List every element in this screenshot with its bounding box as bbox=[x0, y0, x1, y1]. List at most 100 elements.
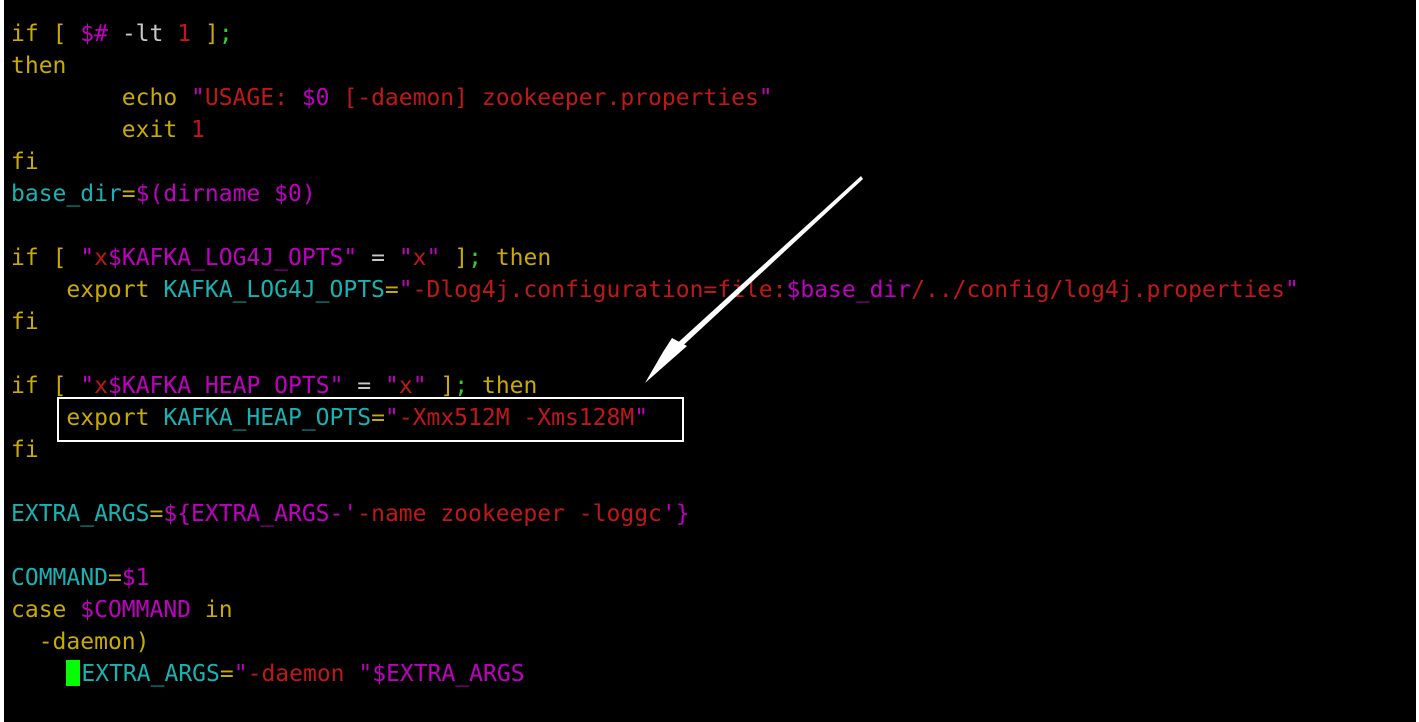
code-line[interactable] bbox=[11, 466, 1299, 498]
code-token: -Dlog4j.configuration=file: bbox=[412, 277, 787, 303]
code-token: in bbox=[204, 597, 233, 623]
code-line[interactable]: export KAFKA_HEAP_OPTS="-Xmx512M -Xms128… bbox=[11, 402, 1299, 434]
code-token: x bbox=[94, 245, 108, 271]
code-line[interactable]: echo "USAGE: $0 [-daemon] zookeeper.prop… bbox=[11, 82, 1299, 114]
code-token: ] bbox=[454, 245, 469, 271]
code-token: ; bbox=[468, 245, 482, 271]
code-token: " bbox=[191, 85, 205, 111]
code-token: echo bbox=[121, 85, 178, 111]
code-token: " bbox=[412, 373, 427, 399]
code-line[interactable] bbox=[11, 338, 1299, 370]
code-token: $COMMAND bbox=[80, 597, 192, 623]
code-token: " bbox=[233, 661, 248, 687]
code-token: KAFKA_HEAP_OPTS bbox=[163, 405, 372, 431]
code-token: - bbox=[329, 501, 344, 527]
code-line[interactable]: base_dir=$(dirname $0) bbox=[11, 178, 1299, 210]
code-token: export bbox=[66, 277, 150, 303]
code-token: fi bbox=[11, 309, 39, 335]
code-token: [ bbox=[52, 21, 67, 47]
code-token: -Xmx512M -Xms128M bbox=[398, 405, 635, 431]
code-token: -lt bbox=[107, 21, 178, 47]
code-line[interactable]: then bbox=[11, 50, 1299, 82]
code-token: " bbox=[358, 661, 373, 687]
code-token: = bbox=[343, 373, 385, 399]
code-token: $( bbox=[135, 181, 164, 207]
code-token: ' bbox=[661, 501, 676, 527]
code-token: = bbox=[384, 277, 399, 303]
code-token: ' bbox=[343, 501, 358, 527]
code-line[interactable]: EXTRA_ARGS="-daemon "$EXTRA_ARGS bbox=[11, 658, 1299, 690]
code-token: " bbox=[384, 405, 399, 431]
code-line[interactable]: if [ "x$KAFKA_LOG4J_OPTS" = "x" ]; then bbox=[11, 242, 1299, 274]
code-token: then bbox=[481, 373, 538, 399]
code-token: x bbox=[94, 373, 108, 399]
code-line[interactable]: fi bbox=[11, 146, 1299, 178]
code-token: ) bbox=[135, 629, 150, 655]
code-line[interactable] bbox=[11, 210, 1299, 242]
code-token: /../config/log4j.properties bbox=[911, 277, 1285, 303]
code-token: then bbox=[495, 245, 552, 271]
code-token: EXTRA_ARGS bbox=[81, 661, 220, 687]
code-token: " bbox=[329, 373, 344, 399]
code-token: " bbox=[634, 405, 649, 431]
text-cursor bbox=[66, 660, 81, 686]
code-token: $KAFKA_HEAP_OPTS bbox=[108, 373, 330, 399]
code-line[interactable]: fi bbox=[11, 434, 1299, 466]
code-token: = bbox=[107, 565, 122, 591]
code-token: 1 bbox=[191, 117, 205, 143]
code-editor-text[interactable]: if [ $# -lt 1 ]; then echo "USAGE: $0 [-d… bbox=[11, 18, 1299, 690]
code-token: if bbox=[11, 373, 39, 399]
code-token: KAFKA_LOG4J_OPTS bbox=[163, 277, 385, 303]
code-line[interactable]: -daemon) bbox=[11, 626, 1299, 658]
code-token: [-daemon] zookeeper.properties bbox=[329, 85, 759, 111]
code-token: [ bbox=[52, 245, 67, 271]
code-token: -daemon bbox=[247, 661, 359, 687]
code-token: ) bbox=[301, 181, 316, 207]
code-token: $1 bbox=[121, 565, 150, 591]
code-token: EXTRA_ARGS bbox=[11, 501, 150, 527]
code-line[interactable]: fi bbox=[11, 306, 1299, 338]
code-token: ; bbox=[218, 21, 233, 47]
code-line[interactable]: EXTRA_ARGS=${EXTRA_ARGS-'-name zookeeper… bbox=[11, 498, 1299, 530]
code-token: " bbox=[398, 277, 413, 303]
code-line[interactable] bbox=[11, 530, 1299, 562]
code-token: export bbox=[66, 405, 150, 431]
code-token: ] bbox=[440, 373, 455, 399]
code-token: EXTRA_ARGS bbox=[191, 501, 330, 527]
code-token: x bbox=[412, 245, 427, 271]
code-token: " bbox=[343, 245, 358, 271]
code-token: ${ bbox=[163, 501, 192, 527]
code-token: $0 bbox=[301, 85, 330, 111]
code-token: " bbox=[80, 245, 95, 271]
code-line[interactable]: export KAFKA_LOG4J_OPTS="-Dlog4j.configu… bbox=[11, 274, 1298, 306]
code-line[interactable]: if [ $# -lt 1 ]; bbox=[11, 18, 1299, 50]
code-token: " bbox=[426, 245, 441, 271]
code-token: ; bbox=[454, 373, 469, 399]
code-token: " bbox=[384, 373, 399, 399]
code-line[interactable]: COMMAND=$1 bbox=[11, 562, 1299, 594]
code-token: fi bbox=[11, 149, 39, 175]
code-line[interactable]: case $COMMAND in bbox=[11, 594, 1299, 626]
code-token: $0 bbox=[274, 181, 302, 207]
code-line[interactable]: if [ "x$KAFKA_HEAP_OPTS" = "x" ]; then bbox=[11, 370, 1299, 402]
code-token: USAGE: bbox=[204, 85, 302, 111]
code-line[interactable]: exit 1 bbox=[11, 114, 1299, 146]
code-token: $# bbox=[80, 21, 108, 47]
terminal-window[interactable]: if [ $# -lt 1 ]; then echo "USAGE: $0 [-d… bbox=[4, 0, 1416, 722]
